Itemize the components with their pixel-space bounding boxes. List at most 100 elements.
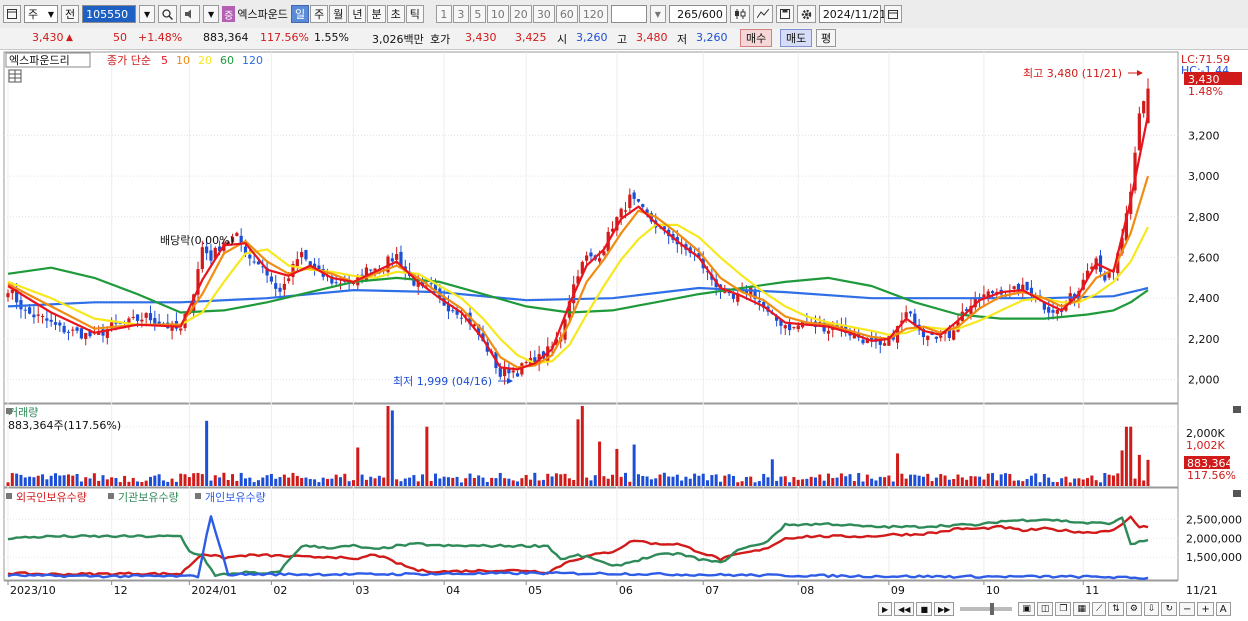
stock-code-input[interactable]: 105550 <box>82 5 137 23</box>
refresh-icon[interactable]: ↻ <box>1161 602 1177 616</box>
candle-body <box>304 250 308 260</box>
font-size-icon[interactable]: A <box>1215 602 1231 616</box>
prev-button[interactable]: 전 <box>61 5 80 23</box>
avg-button[interactable]: 평 <box>816 29 837 47</box>
split-icon[interactable]: ◫ <box>1036 602 1054 616</box>
calendar-icon[interactable] <box>883 5 902 23</box>
volume-bar <box>524 474 528 486</box>
candle-body <box>32 314 36 318</box>
volume-y-tick: 2,000K <box>1186 427 1225 440</box>
volume-bar <box>701 473 705 486</box>
trend-icon[interactable]: ⟋ <box>1091 602 1107 616</box>
volume-bar <box>809 476 813 486</box>
interval-button-3[interactable]: 3 <box>452 5 469 23</box>
volume-bar <box>606 478 610 486</box>
volume-bar <box>330 478 334 486</box>
layout-icon[interactable]: ▣ <box>1018 602 1035 616</box>
volume-bar <box>857 473 861 486</box>
volume-bar <box>1107 474 1111 486</box>
market-select[interactable]: 주 ▼ <box>24 5 58 23</box>
volume-bar <box>1090 475 1094 486</box>
export-icon[interactable]: ⇩ <box>1143 602 1160 616</box>
bar-count-display[interactable]: 265 /600 <box>668 5 727 23</box>
candle-body <box>58 322 62 326</box>
tab-period-4[interactable]: 분 <box>367 5 386 23</box>
interval-button-30[interactable]: 30 <box>532 5 555 23</box>
drawing-tool-icon[interactable] <box>752 5 773 23</box>
volume-bar <box>364 479 368 486</box>
volume-panel-close-icon[interactable] <box>1233 406 1241 413</box>
candle-body <box>939 335 943 338</box>
x-tick-label: 2023/10 <box>10 584 56 597</box>
volume-bar <box>788 482 792 486</box>
volume-bar <box>632 444 636 486</box>
volume-bar <box>382 477 386 486</box>
zoom-slider[interactable] <box>960 603 1013 615</box>
zoom-out-icon[interactable]: − <box>1179 602 1196 616</box>
compare-icon[interactable]: ⇅ <box>1108 602 1124 616</box>
interval-input[interactable] <box>610 5 647 23</box>
period-tabs: 일주월년분초틱 <box>290 5 424 23</box>
volume-bar <box>593 475 597 486</box>
scroll-buttons: ▶ ◀◀ ■ ▶▶ ▣ ◫ ❐ ▦ ⟋ ⇅ ⚙ ⇩ ↻ − + A <box>878 602 1231 616</box>
volume-bar <box>671 476 675 486</box>
sell-button[interactable]: 매도 <box>780 29 813 47</box>
interval-dropdown-icon[interactable]: ▼ <box>649 5 666 23</box>
scroll-right-icon[interactable]: ▶ <box>878 602 893 616</box>
tab-period-5[interactable]: 초 <box>386 5 405 23</box>
volume-bar <box>537 480 541 486</box>
volume-bar <box>1016 480 1020 486</box>
volume-bar <box>1029 475 1033 486</box>
candle-type-icon[interactable] <box>729 5 750 23</box>
volume-bar <box>818 474 822 486</box>
candle-body <box>451 310 455 312</box>
volume-bar <box>693 473 697 486</box>
interval-button-10[interactable]: 10 <box>486 5 509 23</box>
candle-body <box>429 283 433 285</box>
holdings-panel-close-icon[interactable] <box>1233 490 1241 497</box>
x-tick-label: 02 <box>273 584 287 597</box>
volume-bar <box>611 474 615 486</box>
candle-body <box>597 258 602 262</box>
candle-body <box>628 194 632 208</box>
volume-bar <box>835 477 839 486</box>
tab-period-3[interactable]: 년 <box>348 5 367 23</box>
interval-button-60[interactable]: 60 <box>555 5 578 23</box>
tab-period-0[interactable]: 일 <box>290 5 310 23</box>
volume-bar <box>831 478 835 486</box>
volume-bar <box>282 474 286 486</box>
scroll-end-icon[interactable]: ▶▶ <box>934 602 955 616</box>
x-tick-label: 05 <box>528 584 542 597</box>
candle-body <box>36 314 40 316</box>
interval-button-5[interactable]: 5 <box>469 5 486 23</box>
history-dropdown-icon[interactable]: ▼ <box>203 5 220 23</box>
gear-icon[interactable] <box>796 5 816 23</box>
stop-icon[interactable]: ■ <box>916 602 933 616</box>
buy-button[interactable]: 매수 <box>740 29 773 47</box>
interval-button-20[interactable]: 20 <box>509 5 532 23</box>
copy-icon[interactable]: ❐ <box>1055 602 1072 616</box>
zoom-in-icon[interactable]: + <box>1197 602 1214 616</box>
volume-bar <box>416 481 420 486</box>
volume-title: 거래량 <box>8 406 38 419</box>
chart-menu-icon[interactable] <box>3 5 21 23</box>
settings-small-icon[interactable]: ⚙ <box>1125 602 1142 616</box>
volume-bar <box>442 476 446 486</box>
low-price: 3,260 <box>696 31 728 44</box>
interval-button-1[interactable]: 1 <box>435 5 452 23</box>
tab-period-2[interactable]: 월 <box>329 5 348 23</box>
code-dropdown-icon[interactable]: ▼ <box>139 5 156 23</box>
stock-name-display: 증 엑스파운드 <box>222 5 288 23</box>
tab-period-1[interactable]: 주 <box>310 5 329 23</box>
candle-body <box>502 368 507 377</box>
tab-period-6[interactable]: 틱 <box>405 5 424 23</box>
zoom-slider-handle[interactable] <box>990 603 995 615</box>
date-input[interactable]: 2024/11/21 <box>818 5 886 23</box>
save-icon[interactable] <box>775 5 794 23</box>
speaker-icon[interactable] <box>180 5 201 23</box>
interval-button-120[interactable]: 120 <box>578 5 608 23</box>
grid-icon[interactable]: ▦ <box>1073 602 1090 616</box>
scroll-start-icon[interactable]: ◀◀ <box>894 602 915 616</box>
holdings-panel <box>3 487 1179 581</box>
search-icon[interactable] <box>158 5 178 23</box>
